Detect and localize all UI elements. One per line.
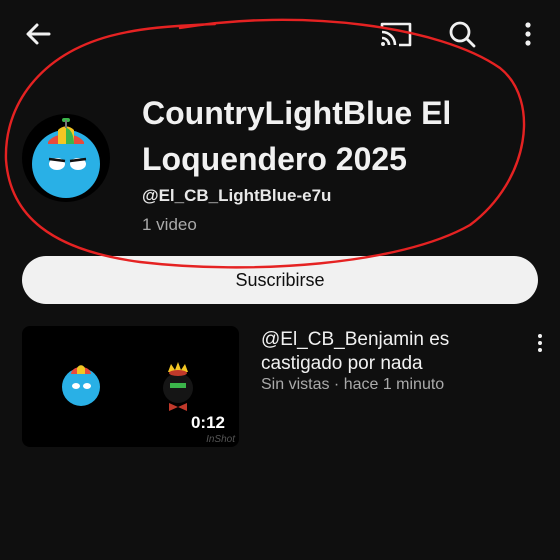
channel-name: CountryLightBlue El Loquendero 2025 [142,95,452,177]
cast-icon[interactable] [376,14,416,54]
inshot-watermark: InShot [206,434,235,445]
video-thumbnail[interactable]: 0:12 InShot [22,326,239,447]
arrow-back-icon[interactable] [18,14,58,54]
video-meta: Sin vistas · hace 1 minuto [261,376,445,393]
top-app-bar [0,0,560,64]
channel-avatar [22,114,110,202]
search-icon[interactable] [442,14,482,54]
video-more-icon[interactable] [530,328,550,358]
video-title[interactable]: @El_CB_Benjamin es castigado por nada [261,328,516,376]
video-item[interactable]: 0:12 InShot @El_CB_Benjamin es castigado… [22,326,542,448]
video-count: 1 video [142,215,197,234]
subscribe-button[interactable]: Suscribirse [22,256,538,304]
video-duration: 0:12 [190,413,225,432]
more-vertical-icon[interactable] [508,14,548,54]
channel-handle: @El_CB_LightBlue-e7u [142,186,332,205]
